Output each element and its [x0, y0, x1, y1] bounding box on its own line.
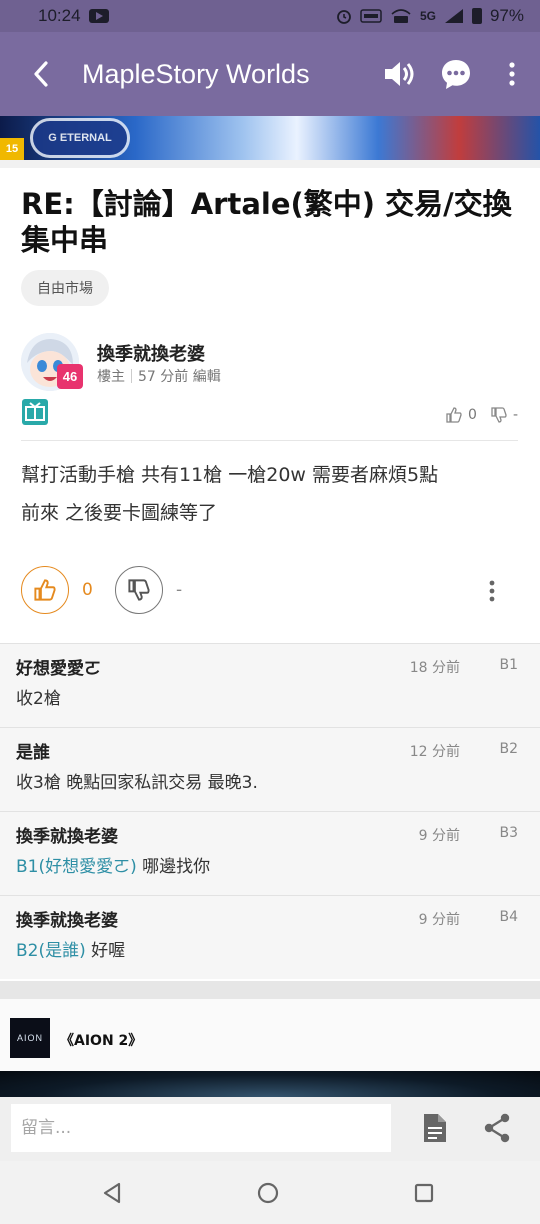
chat-button[interactable]: [428, 46, 484, 102]
thumbs-down-icon: [128, 579, 150, 601]
nav-home-button[interactable]: [252, 1177, 284, 1209]
square-recents-icon: [414, 1183, 434, 1203]
comment-item[interactable]: 好想愛愛ㄛ 18 分前 B1 收2槍: [0, 643, 540, 727]
comment-text: 收2槍: [16, 684, 61, 709]
post-meta: 樓主 57 分前 編輯: [97, 366, 221, 386]
comment-time: 12 分前: [409, 744, 460, 760]
circle-home-icon: [257, 1182, 279, 1204]
app-bar: MapleStory Worlds: [0, 32, 540, 116]
banner-logo-text: G ETERNAL: [48, 132, 112, 144]
reply-input[interactable]: [11, 1104, 391, 1152]
ad-title[interactable]: 《AION 2》: [60, 1030, 142, 1050]
comment-reply-ref[interactable]: B2(是誰): [16, 941, 86, 961]
banner-badge: 15: [0, 138, 24, 160]
divider: [21, 440, 518, 441]
status-time: 10:24: [38, 6, 81, 25]
more-menu-button[interactable]: [484, 46, 540, 102]
comment-text: B1(好想愛愛ㄛ) 哪邊找你: [16, 852, 210, 877]
nav-recents-button[interactable]: [408, 1177, 440, 1209]
status-bar: 10:24 5G 97%: [0, 0, 540, 32]
battery-percent: 97%: [489, 6, 524, 25]
banner-logo: G ETERNAL: [30, 118, 130, 158]
document-button[interactable]: [418, 1111, 452, 1145]
comment-author[interactable]: 是誰: [16, 738, 50, 763]
comment-time: 9 分前: [418, 828, 460, 844]
ad-logo: AION: [10, 1018, 50, 1058]
meta-separator: [131, 369, 132, 383]
speaker-button[interactable]: [372, 46, 428, 102]
divider: [0, 160, 540, 168]
comment-text: 收3槍 晚點回家私訊交易 最晚3.: [16, 768, 258, 793]
comment-floor: B3: [499, 825, 518, 841]
speaker-icon: [385, 62, 414, 86]
wifi-call-icon: [391, 9, 411, 23]
downvote-count: -: [176, 580, 183, 600]
mini-votes: 0 -: [446, 407, 518, 423]
author-name[interactable]: 換季就換老婆: [97, 340, 205, 366]
system-nav-bar: [0, 1161, 540, 1224]
sponsored-ad[interactable]: AION 《AION 2》: [0, 999, 540, 1071]
post-more-button[interactable]: [476, 575, 508, 607]
thumbs-up-icon: [34, 579, 56, 601]
share-icon: [484, 1113, 510, 1143]
network-type: 5G: [419, 9, 436, 23]
post-body-line: 前來 之後要卡圖練等了: [21, 502, 218, 524]
comment-author[interactable]: 換季就換老婆: [16, 906, 118, 931]
comment-list: 好想愛愛ㄛ 18 分前 B1 收2槍 是誰 12 分前 B2 收3槍 晚點回家私…: [0, 643, 540, 979]
upvote-button[interactable]: [21, 566, 69, 614]
comment-item[interactable]: 換季就換老婆 9 分前 B4 B2(是誰) 好喔: [0, 895, 540, 979]
app-title: MapleStory Worlds: [82, 58, 310, 89]
category-chip[interactable]: 自由市場: [21, 270, 109, 306]
mini-up-count: 0: [468, 407, 477, 423]
comment-time: 18 分前: [409, 660, 460, 676]
level-badge: 46: [57, 364, 83, 389]
post-body: 幫打活動手槍 共有11槍 一槍20w 需要者麻煩5點 前來 之後要卡圖練等了: [21, 456, 526, 532]
upvote-count: 0: [82, 580, 93, 600]
more-vertical-icon: [509, 62, 515, 86]
chat-bubble-icon: [442, 60, 470, 89]
document-icon: [424, 1114, 446, 1142]
gift-icon[interactable]: [21, 398, 49, 426]
post-body-line: 幫打活動手槍 共有11槍 一槍20w 需要者麻煩5點: [21, 464, 439, 486]
author-role: 樓主: [97, 369, 125, 385]
signal-icon: [444, 9, 463, 23]
mini-down-count: -: [512, 407, 518, 423]
alarm-icon: [337, 10, 351, 24]
thumbs-up-icon[interactable]: [446, 407, 462, 423]
battery-icon: [471, 8, 482, 24]
post-time: 57 分前 編輯: [138, 369, 221, 385]
top-banner-ad[interactable]: 15 G ETERNAL: [0, 116, 540, 160]
downvote-button[interactable]: [115, 566, 163, 614]
post-title: RE:【討論】Artale(繁中) 交易/交換集中串: [21, 187, 512, 257]
comment-text: B2(是誰) 好喔: [16, 936, 125, 961]
comment-reply-ref[interactable]: B1(好想愛愛ㄛ): [16, 857, 137, 877]
section-gap: [0, 981, 540, 999]
thumbs-down-icon[interactable]: [491, 407, 507, 423]
status-icons: 5G 97%: [336, 6, 524, 26]
comment-body: 收2槍: [16, 689, 61, 709]
more-vertical-icon: [489, 580, 495, 602]
back-button[interactable]: [0, 32, 82, 116]
ad-image[interactable]: [0, 1071, 540, 1097]
nav-back-button[interactable]: [96, 1177, 128, 1209]
comment-item[interactable]: 換季就換老婆 9 分前 B3 B1(好想愛愛ㄛ) 哪邊找你: [0, 811, 540, 895]
comment-floor: B2: [499, 741, 518, 757]
triangle-back-icon: [103, 1182, 121, 1204]
comment-item[interactable]: 是誰 12 分前 B2 收3槍 晚點回家私訊交易 最晚3.: [0, 727, 540, 811]
youtube-icon: [88, 9, 109, 23]
comment-body: 哪邊找你: [136, 857, 211, 877]
comment-body: 好喔: [85, 941, 126, 961]
comment-floor: B1: [499, 657, 518, 673]
volte-icon: [360, 9, 382, 23]
comment-body: 收3槍 晚點回家私訊交易 最晚3.: [16, 773, 258, 793]
comment-floor: B4: [499, 909, 518, 925]
back-arrow-icon: [34, 61, 48, 87]
reply-bar: [0, 1097, 540, 1161]
comment-author[interactable]: 好想愛愛ㄛ: [16, 654, 101, 679]
comment-time: 9 分前: [418, 912, 460, 928]
comment-author[interactable]: 換季就換老婆: [16, 822, 118, 847]
share-button[interactable]: [480, 1111, 514, 1145]
